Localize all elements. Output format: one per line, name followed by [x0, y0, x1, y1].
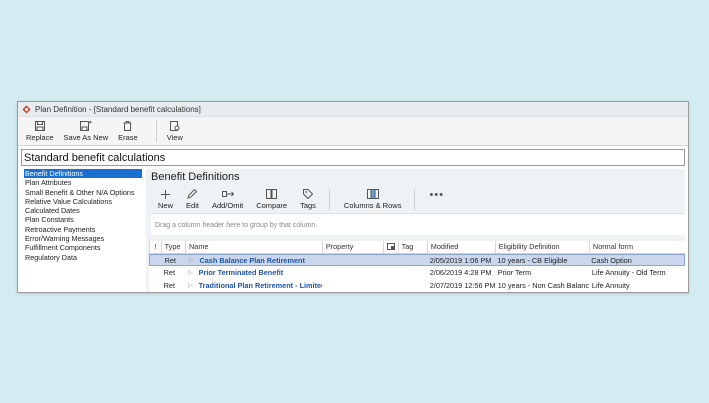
view-button[interactable]: View [167, 120, 183, 142]
main-toolbar: Replace Save As New Erase View [18, 117, 688, 146]
add-omit-button[interactable]: Add/Omit [212, 189, 243, 210]
col-header-property[interactable]: Property [321, 241, 383, 253]
save-as-new-button[interactable]: Save As New [63, 120, 109, 142]
more-options-button[interactable]: ••• [429, 189, 444, 201]
table-row[interactable]: Ret ▷ Cash Balance Plan Retirement 2/05/2… [149, 253, 685, 267]
sidebar-item-retroactive-payments[interactable]: Retroactive Payments [24, 225, 142, 234]
columns-rows-button[interactable]: Columns & Rows [343, 189, 402, 210]
page-title: Standard benefit calculations [24, 151, 166, 164]
replace-label: Replace [26, 133, 54, 142]
group-by-hint: Drag a column header here to group by th… [155, 222, 318, 229]
expand-arrow-icon[interactable]: ▷ [188, 269, 193, 276]
row-modified: 2/06/2019 4:28 PM [429, 268, 492, 278]
compare-icon [266, 189, 278, 199]
table-row[interactable]: Ret ▷ Traditional Plan Retirement - Limit… [149, 279, 685, 292]
view-doc-icon [169, 120, 181, 131]
plan-definition-window: Plan Definition - [Standard benefit calc… [17, 101, 689, 293]
sidebar-item-relative-value[interactable]: Relative Value Calculations [24, 197, 142, 206]
save-disk-icon [34, 120, 46, 131]
row-normal-form: Life Annuity - Old Term [591, 268, 666, 278]
col-header-name[interactable]: Name [185, 241, 322, 253]
tags-button[interactable]: Tags [300, 189, 316, 210]
save-as-new-icon [79, 120, 92, 131]
trash-icon [122, 120, 134, 131]
expand-arrow-icon[interactable]: ▷ [189, 257, 194, 264]
table-header: ! Type Name Property Tag Modified Eligib… [149, 241, 685, 254]
tag-icon [302, 189, 314, 199]
col-header-tag[interactable]: Tag [397, 241, 427, 253]
row-tag [398, 279, 427, 292]
app-icon [22, 105, 31, 114]
row-eligibility: 10 years - Non Cash Balance [497, 280, 589, 290]
col-header-normal-form[interactable]: Normal form [588, 241, 685, 253]
window-title: Plan Definition - [Standard benefit calc… [35, 104, 201, 114]
col-header-eligibility[interactable]: Eligibility Definition [494, 241, 589, 253]
save-as-new-label: Save As New [63, 133, 109, 142]
group-by-area[interactable]: Drag a column header here to group by th… [151, 213, 685, 235]
table-row[interactable]: Ret ▷ Prior Terminated Benefit 2/06/2019 … [149, 266, 685, 280]
row-eligibility: Prior Term [497, 268, 532, 278]
row-name[interactable]: Traditional Plan Retirement - Limited [199, 281, 322, 290]
page-title-box: Standard benefit calculations [21, 149, 685, 166]
sidebar-item-benefit-definitions[interactable]: Benefit Definitions [24, 169, 142, 179]
expand-arrow-icon[interactable]: ▷ [188, 282, 193, 289]
row-name[interactable]: Cash Balance Plan Retirement [199, 256, 304, 265]
panel-toolbar: New Edit Add/Omit Compare Tags Columns &… [146, 185, 685, 211]
row-type: Ret [163, 280, 175, 290]
compare-label: Compare [256, 201, 288, 210]
sidebar-item-plan-attributes[interactable]: Plan Attributes [24, 178, 142, 187]
toolbar-divider [155, 120, 157, 142]
tags-label: Tags [300, 201, 316, 210]
title-bar: Plan Definition - [Standard benefit calc… [18, 102, 688, 117]
row-type: Ret [163, 268, 175, 278]
panel-toolbar-divider [328, 189, 330, 211]
new-label: New [158, 201, 174, 210]
sidebar: Benefit Definitions Plan Attributes Smal… [24, 169, 142, 292]
row-eligibility: 10 years - CB Eligible [497, 255, 568, 265]
compare-button[interactable]: Compare [256, 189, 287, 210]
content-area: Standard benefit calculations Benefit De… [21, 149, 685, 292]
erase-button[interactable]: Erase [118, 120, 138, 142]
columns-icon [366, 189, 379, 199]
sidebar-item-plan-constants[interactable]: Plan Constants [24, 215, 142, 224]
pencil-icon [186, 189, 198, 199]
new-button[interactable]: New [158, 189, 173, 210]
view-label: View [166, 133, 183, 142]
add-omit-icon [221, 189, 234, 199]
plus-icon [160, 189, 172, 199]
sidebar-item-regulatory-data[interactable]: Regulatory Data [24, 253, 142, 262]
row-name[interactable]: Prior Terminated Benefit [199, 268, 284, 277]
replace-button[interactable]: Replace [26, 120, 54, 142]
col-header-flag[interactable]: ! [149, 241, 161, 253]
erase-label: Erase [118, 133, 138, 142]
row-type: Ret [164, 255, 176, 265]
panel-toolbar-divider-2 [414, 189, 416, 211]
row-property [322, 266, 383, 279]
col-header-type[interactable]: Type [160, 241, 185, 253]
row-tag [398, 255, 427, 266]
row-property [322, 255, 383, 266]
row-modified: 2/05/2019 1:06 PM [429, 255, 492, 265]
benefit-definitions-panel: Benefit Definitions New Edit Add/Omit Co… [146, 169, 685, 292]
row-modified: 2/07/2019 12:56 PM [429, 280, 495, 290]
col-header-note[interactable] [383, 241, 398, 253]
panel-title: Benefit Definitions [151, 171, 240, 183]
note-icon [386, 243, 395, 251]
row-tag [398, 266, 427, 279]
edit-label: Edit [186, 201, 199, 210]
benefit-table: ! Type Name Property Tag Modified Eligib… [149, 241, 685, 292]
sidebar-item-calculated-dates[interactable]: Calculated Dates [24, 206, 142, 215]
sidebar-item-fulfillment[interactable]: Fulfillment Components [24, 243, 142, 252]
add-omit-label: Add/Omit [211, 201, 244, 210]
row-property [322, 279, 383, 292]
sidebar-item-error-warning[interactable]: Error/Warning Messages [24, 234, 142, 243]
row-normal-form: Cash Option [591, 255, 632, 265]
edit-button[interactable]: Edit [186, 189, 199, 210]
columns-rows-label: Columns & Rows [343, 201, 402, 210]
sidebar-item-small-benefit[interactable]: Small Benefit & Other N/A Options [24, 188, 142, 197]
col-header-modified[interactable]: Modified [426, 241, 495, 253]
row-normal-form: Life Annuity [591, 280, 630, 290]
